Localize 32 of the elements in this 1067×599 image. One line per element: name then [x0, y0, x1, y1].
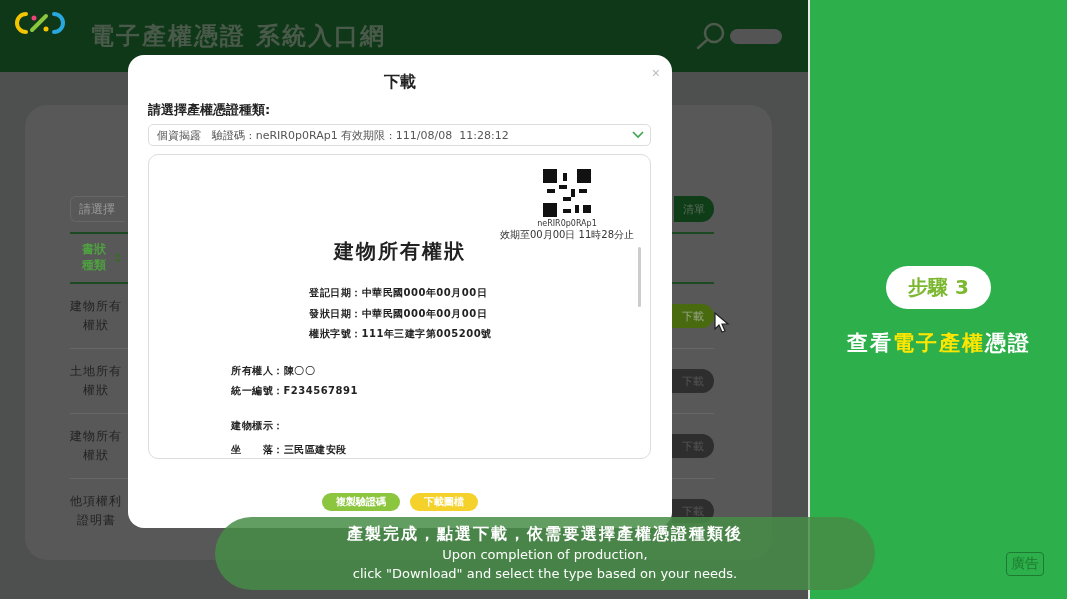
header-pill[interactable]	[730, 28, 782, 44]
document-line: 所有權人：陳〇〇	[231, 363, 316, 378]
download-button[interactable]: 下載	[672, 304, 714, 328]
document-line: 建物標示：	[231, 418, 285, 433]
select-label: 請選擇產權憑證種類:	[148, 101, 272, 119]
copy-code-button[interactable]: 複製驗證碼	[321, 493, 400, 511]
column-header: 書狀種類	[81, 242, 108, 274]
caption-text: 產製完成，點選下載，依需要選擇產權憑證種類後	[347, 524, 743, 545]
logo-icon	[12, 10, 68, 36]
qr-code-icon	[542, 169, 591, 217]
chevron-down-icon	[632, 131, 644, 139]
expiry-note: 效期至00月00日 11時28分止	[499, 228, 634, 242]
search-icon[interactable]	[696, 22, 726, 50]
sort-icon[interactable]	[114, 252, 121, 264]
document-line: 登記日期：中華民國000年00月00日	[309, 286, 489, 300]
step-heading: 查看電子產權憑證	[846, 330, 1031, 357]
document-line: 坐 落：三民區建安段	[231, 443, 348, 457]
document-line: 統一編號：F234567891	[231, 384, 359, 398]
site-title: 電子產權憑證 系統入口網	[90, 21, 387, 52]
caption-text: Upon completion of production,	[442, 546, 648, 564]
certificate-select[interactable]: 個資揭露 驗證碼 : neRIR0p0RAp1 有效期限 : 111/08/08 11:28:12	[148, 124, 651, 146]
cursor-icon	[714, 312, 730, 334]
list-button[interactable]: 清單	[674, 196, 714, 222]
step-label: 步驟 3	[886, 266, 991, 309]
document-line: 權狀字號：111年三建字第005200號	[309, 327, 493, 341]
download-image-button[interactable]: 下載圖檔	[409, 493, 478, 511]
caption-text: click "Download" and select the type based on your needs.	[352, 565, 738, 583]
document-title: 建物所有權狀	[332, 238, 467, 265]
close-button[interactable]: ×	[649, 63, 662, 83]
document-line: 發狀日期：中華民國000年00月00日	[309, 306, 489, 321]
dialog-title: 下載	[382, 72, 417, 93]
verification-code: neRIR0p0RAp1	[537, 219, 597, 228]
